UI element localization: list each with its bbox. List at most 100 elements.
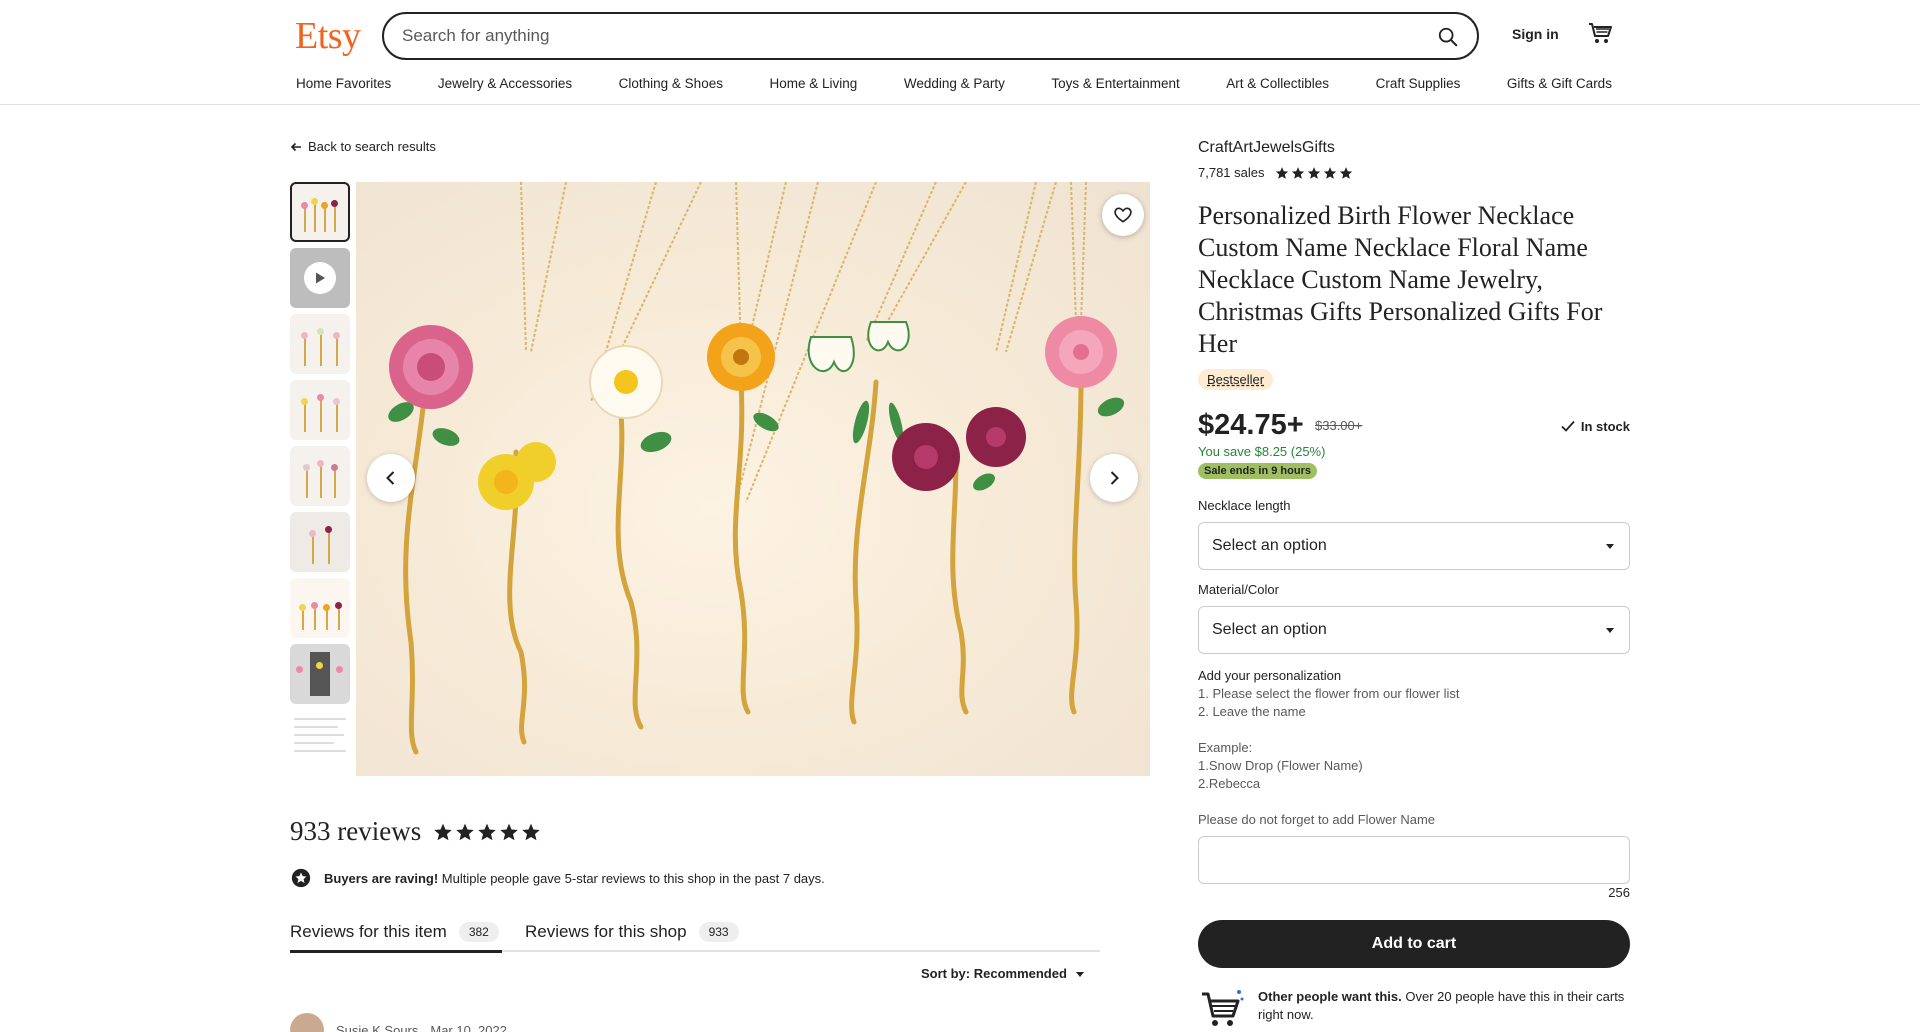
personalization-line: 1. Please select the flower from our flo… (1198, 686, 1460, 701)
caret-down-icon (1606, 544, 1614, 549)
next-image-button[interactable] (1090, 454, 1138, 502)
search-bar (382, 12, 1479, 60)
product-title: Personalized Birth Flower Necklace Custo… (1198, 201, 1603, 358)
star-icon (1323, 166, 1336, 179)
demand-notice: Other people want this. Over 20 people h… (1198, 988, 1630, 1030)
star-badge-icon (291, 868, 311, 888)
favorite-button[interactable] (1102, 194, 1144, 236)
personalization-heading: Add your personalization (1198, 668, 1342, 683)
reviews-header: 933 reviews (290, 816, 541, 847)
star-icon (434, 823, 452, 840)
nav-wedding-party[interactable]: Wedding & Party (904, 76, 1005, 96)
sort-dropdown[interactable]: Sort by: Recommended (921, 966, 1085, 981)
play-icon (304, 262, 336, 294)
chevron-left-icon (386, 471, 395, 485)
character-counter: 256 (1608, 885, 1630, 900)
back-to-search-link[interactable]: Back to search results (290, 139, 436, 154)
search-input[interactable] (402, 14, 1382, 58)
personalization-line: Example: (1198, 740, 1253, 755)
bestseller-badge[interactable]: Bestseller (1198, 369, 1274, 390)
demand-text: Other people want this. Over 20 people h… (1258, 989, 1625, 1022)
avatar[interactable] (290, 1013, 324, 1032)
shop-star-rating[interactable] (1275, 166, 1353, 180)
thumbnail-7[interactable] (290, 578, 350, 638)
shop-name-link[interactable]: CraftArtJewelsGifts (1198, 139, 1335, 157)
thumbnail-8[interactable] (290, 644, 350, 704)
category-nav: Home Favorites Jewelry & Accessories Clo… (296, 76, 1612, 96)
search-icon (1438, 27, 1458, 47)
thumbnail-strip (290, 182, 350, 772)
cart-icon[interactable] (1587, 20, 1613, 46)
tab-reviews-shop-count: 933 (698, 922, 739, 942)
site-header: Etsy Sign in Home Favorites Jewelry & Ac… (0, 0, 1920, 105)
caret-down-icon (1606, 628, 1614, 633)
thumbnail-5[interactable] (290, 446, 350, 506)
back-link-label: Back to search results (308, 139, 436, 154)
nav-art-collectibles[interactable]: Art & Collectibles (1226, 76, 1329, 96)
material-color-select[interactable]: Select an option (1198, 606, 1630, 654)
personalization-line: Please do not forget to add Flower Name (1198, 812, 1436, 827)
tab-reviews-shop-label: Reviews for this shop (525, 922, 687, 941)
tab-reviews-item[interactable]: Reviews for this item 382 (290, 916, 499, 948)
thumbnail-video[interactable] (290, 248, 350, 308)
thumbnail-1[interactable] (290, 182, 350, 242)
star-icon (522, 823, 540, 840)
add-to-cart-button[interactable]: Add to cart (1198, 920, 1630, 968)
tab-reviews-shop[interactable]: Reviews for this shop 933 (525, 916, 739, 948)
checkmark-icon (1561, 420, 1575, 432)
sale-ends-badge: Sale ends in 9 hours (1198, 463, 1317, 479)
reviewer-name[interactable]: Susie K Sours (336, 1023, 418, 1032)
reviews-star-rating (433, 822, 541, 842)
personalization-textarea[interactable] (1198, 836, 1630, 884)
star-icon (456, 823, 474, 840)
thumbnail-6[interactable] (290, 512, 350, 572)
nav-toys-entertainment[interactable]: Toys & Entertainment (1051, 76, 1179, 96)
star-icon (1339, 166, 1352, 179)
previous-image-button[interactable] (367, 454, 415, 502)
etsy-logo[interactable]: Etsy (295, 14, 361, 58)
nav-gifts-gift-cards[interactable]: Gifts & Gift Cards (1507, 76, 1612, 96)
tab-reviews-item-count: 382 (458, 922, 499, 942)
nav-home-living[interactable]: Home & Living (770, 76, 858, 96)
savings-text: You save $8.25 (25%) (1198, 444, 1326, 459)
review-date: Mar 10, 2022 (430, 1022, 507, 1032)
sort-label: Sort by: Recommended (921, 966, 1067, 981)
chevron-right-icon (1110, 471, 1119, 485)
product-price: $24.75+ (1198, 409, 1304, 441)
material-color-value: Select an option (1212, 621, 1327, 638)
nav-craft-supplies[interactable]: Craft Supplies (1376, 76, 1461, 96)
thumbnail-3[interactable] (290, 314, 350, 374)
caret-down-icon (1075, 971, 1084, 977)
buyers-raving-notice: Buyers are raving! Multiple people gave … (290, 867, 825, 889)
necklace-length-select[interactable]: Select an option (1198, 522, 1630, 570)
necklace-length-value: Select an option (1212, 537, 1327, 554)
first-review-header: Susie K Sours Mar 10, 2022 (290, 1013, 507, 1032)
star-icon (1275, 166, 1288, 179)
star-icon (500, 823, 518, 840)
shop-sales-rating: 7,781 sales (1198, 165, 1353, 180)
search-button[interactable] (1431, 20, 1465, 54)
personalization-line: 2. Leave the name (1198, 704, 1306, 719)
star-icon (1291, 166, 1304, 179)
nav-jewelry-accessories[interactable]: Jewelry & Accessories (438, 76, 572, 96)
reviews-tabs: Reviews for this item 382 Reviews for th… (290, 912, 1100, 953)
sales-count: 7,781 sales (1198, 165, 1265, 180)
flower-necklaces-illustration (388, 182, 1125, 755)
raving-text: Buyers are raving! Multiple people gave … (324, 870, 825, 886)
stock-status: In stock (1560, 418, 1630, 434)
star-icon (478, 823, 496, 840)
material-color-label: Material/Color (1198, 582, 1279, 597)
thumbnail-9[interactable] (290, 710, 350, 770)
necklace-length-label: Necklace length (1198, 498, 1291, 513)
main-product-image[interactable] (356, 182, 1150, 776)
stock-label: In stock (1580, 418, 1630, 434)
nav-home-favorites[interactable]: Home Favorites (296, 76, 391, 96)
cart-sparkle-icon (1202, 990, 1244, 1026)
heart-icon (1114, 207, 1132, 223)
thumbnail-4[interactable] (290, 380, 350, 440)
personalization-line: 1.Snow Drop (Flower Name) (1198, 758, 1363, 773)
personalization-instructions: Add your personalization 1. Please selec… (1198, 667, 1460, 829)
sign-in-link[interactable]: Sign in (1512, 26, 1559, 42)
star-icon (1307, 166, 1320, 179)
nav-clothing-shoes[interactable]: Clothing & Shoes (619, 76, 723, 96)
